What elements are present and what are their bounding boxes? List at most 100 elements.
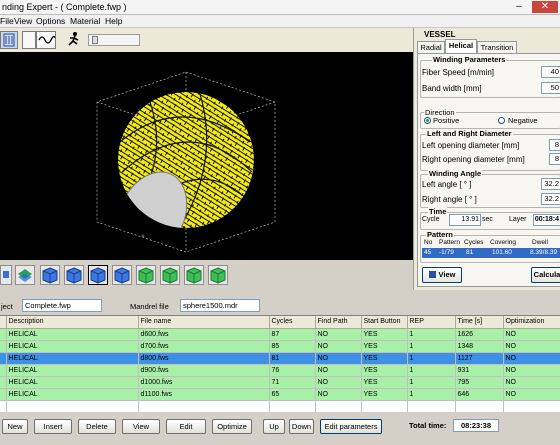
view-cube-icon[interactable] (64, 265, 84, 285)
start-button-cell: YES (361, 352, 408, 365)
mandrel-field[interactable]: sphere1500.mdr (180, 299, 260, 312)
3d-viewport[interactable] (0, 52, 413, 260)
tab-transition[interactable]: Transition (477, 41, 517, 53)
time-cell: 795 (455, 376, 504, 389)
menu-file[interactable]: File (0, 16, 14, 26)
right-diameter-label: Right opening diameter [mm] (422, 155, 525, 164)
col-rep[interactable]: REP (407, 316, 456, 329)
find-path-cell: NO (315, 340, 362, 353)
up-button[interactable]: Up (263, 419, 285, 434)
table-row[interactable]: HELICAL d700.fws 85 NO YES 1 1348 NO (0, 340, 560, 353)
band-width-input[interactable]: 50 (541, 82, 560, 94)
minimize-button[interactable]: – (506, 1, 532, 13)
right-angle-label: Right angle [ ° ] (422, 195, 477, 204)
col-file-name[interactable]: File name (138, 316, 270, 329)
layers-icon[interactable] (15, 265, 35, 285)
view-cube-icon[interactable] (40, 265, 60, 285)
col-description[interactable]: Description (6, 316, 139, 329)
description-cell: HELICAL (6, 364, 139, 377)
tab-radial[interactable]: Radial (417, 41, 445, 53)
delete-button[interactable]: Delete (78, 419, 116, 434)
right-angle-input[interactable]: 32.2 (541, 193, 560, 205)
col-time[interactable]: Time [s] (455, 316, 504, 329)
view-cube-icon[interactable] (136, 265, 156, 285)
menu-material[interactable]: Material (70, 16, 100, 26)
find-path-cell: NO (315, 388, 362, 401)
col-find-path[interactable]: Find Path (315, 316, 362, 329)
object-label: ject (1, 302, 13, 311)
calculate-button[interactable]: Calcula (531, 267, 560, 283)
layer-table: Description File name Cycles Find Path S… (0, 315, 560, 414)
time-cell: 1127 (455, 352, 504, 365)
left-angle-input[interactable]: 32.2 (541, 178, 560, 190)
table-row[interactable]: HELICAL d600.fws 87 NO YES 1 1626 NO (0, 328, 560, 341)
file-name-cell: d700.fws (138, 340, 270, 353)
table-header-row: Description File name Cycles Find Path S… (0, 316, 560, 329)
view-cube-icon[interactable] (160, 265, 180, 285)
col-start-button[interactable]: Start Button (361, 316, 408, 329)
table-row[interactable]: HELICAL d1000.fws 71 NO YES 1 795 NO (0, 376, 560, 389)
edit-parameters-button[interactable]: Edit parameters (320, 419, 382, 434)
menu-help[interactable]: Help (105, 16, 122, 26)
negative-label: Negative (508, 116, 538, 125)
view-cube-icon[interactable] (184, 265, 204, 285)
select-icon[interactable] (22, 31, 36, 49)
gear-wheel-icon[interactable] (0, 31, 18, 49)
view-cube-icon[interactable] (0, 265, 12, 285)
optimization-cell: NO (503, 352, 560, 365)
down-button[interactable]: Down (289, 419, 314, 434)
view-cube-icon[interactable] (208, 265, 228, 285)
right-diameter-input[interactable]: 8 (549, 153, 560, 165)
cycles-cell: 71 (269, 376, 316, 389)
pattern-col-pattern: Pattern (439, 239, 460, 246)
table-row[interactable]: HELICAL d800.fws 81 NO YES 1 1127 NO (0, 352, 560, 365)
start-button-cell: YES (361, 388, 408, 401)
slider-thumb[interactable] (92, 36, 98, 44)
tab-helical[interactable]: Helical (445, 39, 477, 53)
view-cube-icon[interactable] (88, 265, 108, 285)
cycles-cell: 76 (269, 364, 316, 377)
insert-button[interactable]: Insert (34, 419, 72, 434)
sine-wave-icon[interactable] (36, 31, 56, 49)
optimization-cell: NO (503, 376, 560, 389)
view-button[interactable]: View (122, 419, 160, 434)
view-pattern-button[interactable]: View (422, 267, 462, 283)
time-cell: 931 (455, 364, 504, 377)
find-path-cell: NO (315, 352, 362, 365)
running-man-icon[interactable] (64, 31, 84, 49)
object-field[interactable]: Complete.fwp (22, 299, 102, 312)
pattern-row-selected[interactable]: 45 -1/79 81 101.60 8.39/8.39 (422, 248, 560, 258)
bottom-bar: New Insert Delete View Edit Optimize Up … (0, 412, 560, 445)
start-button-cell: YES (361, 376, 408, 389)
fiber-speed-input[interactable]: 40 (541, 66, 560, 78)
view-cube-icon[interactable] (112, 265, 132, 285)
description-cell: HELICAL (6, 376, 139, 389)
vessel-panel: VESSEL Radial Helical Transition Winding… (413, 28, 560, 290)
edit-button[interactable]: Edit (166, 419, 206, 434)
optimize-button[interactable]: Optimize (212, 419, 252, 434)
left-diameter-input[interactable]: 8 (549, 139, 560, 151)
table-row[interactable]: HELICAL d900.fws 76 NO YES 1 931 NO (0, 364, 560, 377)
col-cycles[interactable]: Cycles (269, 316, 316, 329)
menu-view[interactable]: View (14, 16, 32, 26)
pattern-cycles: 81 (466, 249, 474, 256)
negative-radio[interactable] (498, 117, 505, 124)
band-width-label: Band width [mm] (422, 84, 482, 93)
cycle-label: Cycle (422, 216, 440, 223)
close-button[interactable]: ✕ (532, 1, 558, 13)
total-time-label: Total time: (409, 421, 447, 430)
table-row[interactable]: HELICAL d1100.fws 65 NO YES 1 646 NO (0, 388, 560, 401)
menu-options[interactable]: Options (36, 16, 65, 26)
speed-slider[interactable] (88, 34, 140, 46)
rep-cell: 1 (407, 352, 456, 365)
toolbar (0, 28, 413, 52)
cycles-cell: 65 (269, 388, 316, 401)
file-name-cell: d1100.fws (138, 388, 270, 401)
new-button[interactable]: New (2, 419, 28, 434)
find-path-cell: NO (315, 328, 362, 341)
cycles-cell: 87 (269, 328, 316, 341)
positive-radio[interactable] (424, 117, 431, 124)
project-bar: ject Complete.fwp Mandrel file sphere150… (0, 292, 560, 312)
col-optimization[interactable]: Optimization (503, 316, 560, 329)
pattern-covering: 101.60 (492, 249, 512, 256)
